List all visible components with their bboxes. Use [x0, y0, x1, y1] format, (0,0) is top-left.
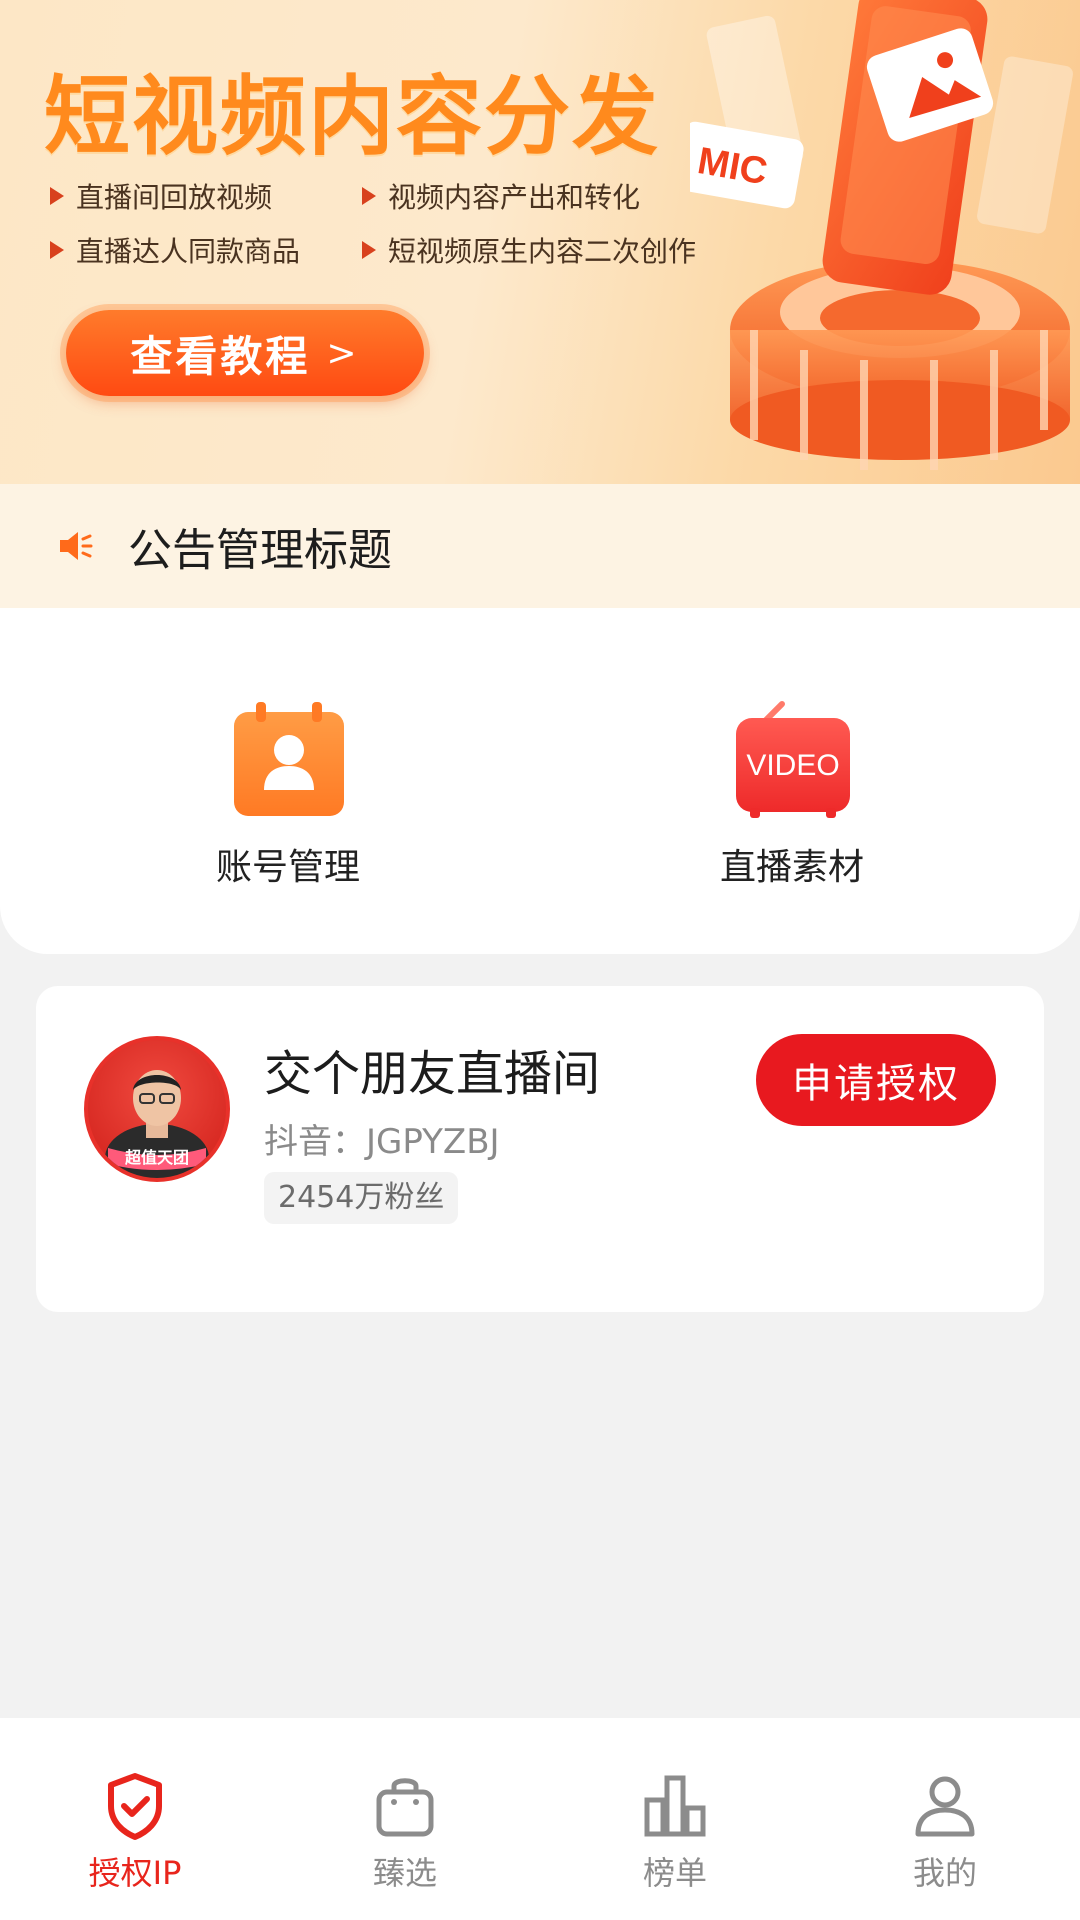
- banner-bullet: 直播间回放视频: [50, 176, 362, 216]
- bar-chart-icon: [644, 1775, 706, 1837]
- quick-action-panel: 账号管理 VIDEO 直播素材: [0, 608, 1080, 954]
- tab-selection[interactable]: 臻选: [270, 1718, 540, 1920]
- announcement-bar[interactable]: 公告管理标题: [0, 484, 1080, 608]
- creator-card[interactable]: 超值天团 交个朋友直播间 抖音：JGPYZBJ 2454万粉丝 申请授权: [36, 986, 1044, 1312]
- live-materials-label: 直播素材: [719, 847, 864, 888]
- avatar-portrait: 超值天团: [105, 1070, 209, 1178]
- banner-title: 短视频内容分发: [44, 67, 660, 167]
- banner-bullet-list: 直播间回放视频 视频内容产出和转化 直播达人同款商品 短视频原生内容二次创作: [50, 176, 750, 270]
- svg-text:VIDEO: VIDEO: [746, 749, 839, 782]
- shopping-bag-icon: [376, 1778, 434, 1837]
- triangle-bullet-icon: [362, 241, 376, 259]
- account-management-button[interactable]: 账号管理: [168, 698, 408, 890]
- shield-check-icon: [108, 1773, 162, 1840]
- apply-authorization-button[interactable]: 申请授权: [756, 1034, 996, 1126]
- account-calendar-icon: [234, 702, 344, 816]
- video-tv-icon: VIDEO: [736, 701, 850, 818]
- bottom-tab-bar: 授权IP 臻选 榜单 我的: [0, 1718, 1080, 1920]
- person-icon: [915, 1776, 975, 1837]
- triangle-bullet-icon: [362, 187, 376, 205]
- creator-name: 交个朋友直播间: [264, 1046, 601, 1102]
- account-management-label: 账号管理: [215, 847, 360, 888]
- speaker-icon: [60, 532, 93, 560]
- creator-account-id: 抖音：JGPYZBJ: [264, 1122, 500, 1162]
- page: 短视频内容分发 直播间回放视频 视频内容产出和转化 直播达人同款商品 短视频原生…: [0, 0, 1080, 1920]
- triangle-bullet-icon: [50, 241, 64, 259]
- live-materials-button[interactable]: VIDEO 直播素材: [672, 698, 912, 890]
- view-tutorial-button[interactable]: 查看教程 >: [66, 310, 424, 396]
- video-illustration: MIC: [690, 0, 1073, 470]
- svg-text:超值天团: 超值天团: [124, 1148, 189, 1167]
- promo-banner[interactable]: 短视频内容分发 直播间回放视频 视频内容产出和转化 直播达人同款商品 短视频原生…: [0, 0, 1080, 484]
- tab-authorized-ip[interactable]: 授权IP: [0, 1718, 270, 1920]
- follower-count-badge: 2454万粉丝: [264, 1172, 459, 1224]
- banner-bullet: 直播达人同款商品: [50, 230, 362, 270]
- announcement-title: 公告管理标题: [128, 525, 392, 576]
- tab-me[interactable]: 我的: [810, 1718, 1080, 1920]
- tab-rankings[interactable]: 榜单: [540, 1718, 810, 1920]
- triangle-bullet-icon: [50, 187, 64, 205]
- chevron-right-icon: >: [326, 332, 360, 374]
- avatar: 超值天团: [84, 1036, 230, 1182]
